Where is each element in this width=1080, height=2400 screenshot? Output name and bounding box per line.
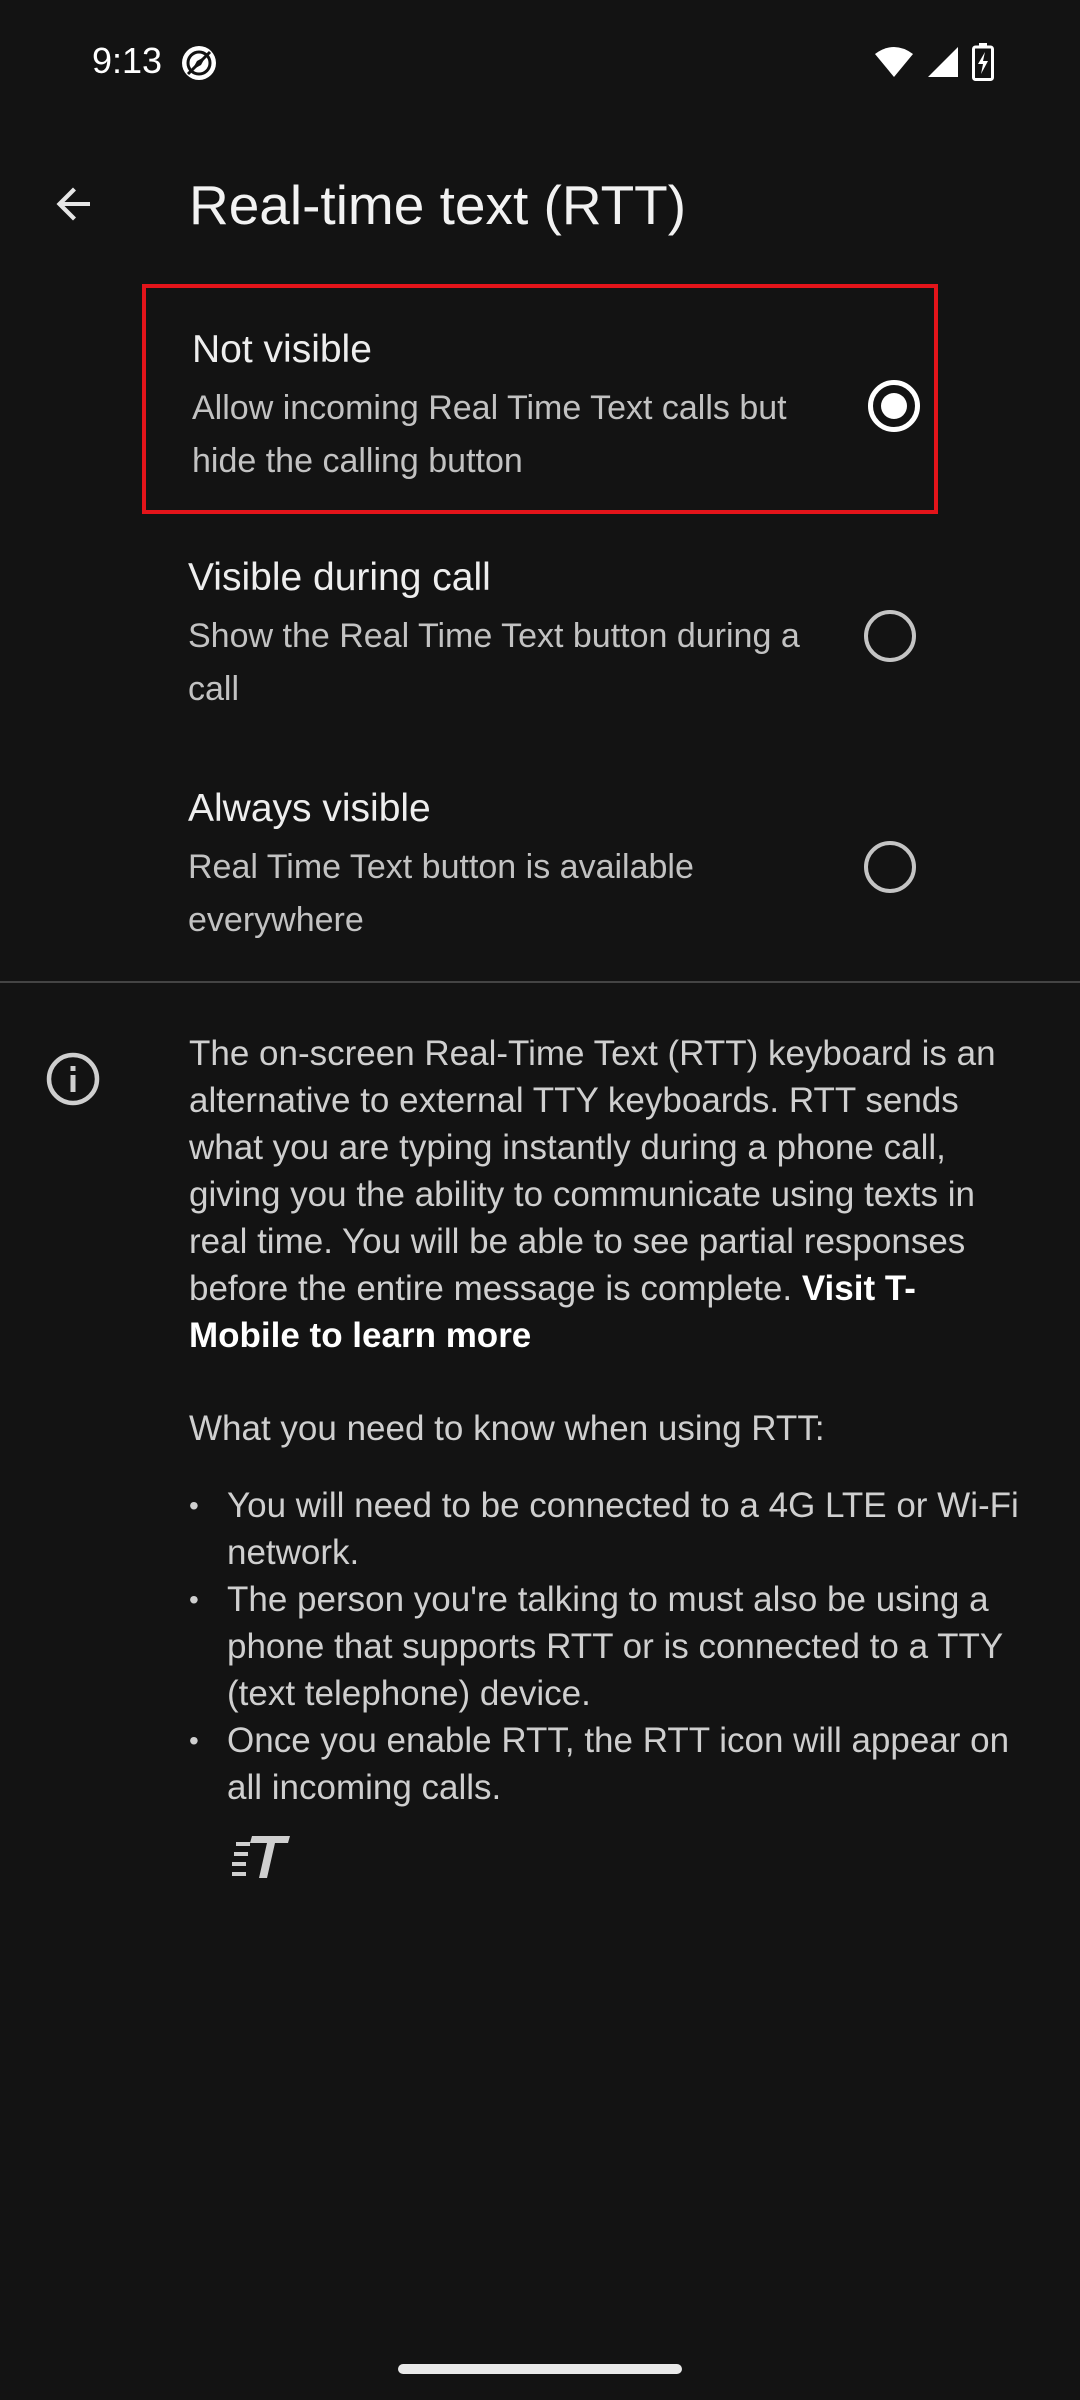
option-summary: Allow incoming Real Time Text calls but … — [192, 389, 787, 480]
option-visible-during-call[interactable]: Visible during call Show the Real Time T… — [142, 514, 938, 744]
bullet-marker: • — [189, 1490, 199, 1521]
option-not-visible[interactable]: Not visible Allow incoming Real Time Tex… — [142, 284, 938, 514]
option-title: Not visible — [192, 328, 372, 371]
back-button[interactable] — [34, 164, 114, 244]
app-bar: Real-time text (RTT) — [0, 124, 1080, 284]
list-item-text: You will need to be connected to a 4G LT… — [227, 1486, 1019, 1572]
option-text: Always visible Real Time Text button is … — [188, 783, 808, 947]
divider — [0, 981, 1080, 983]
option-summary: Show the Real Time Text button during a … — [188, 617, 800, 708]
radio-button-selected[interactable] — [868, 380, 920, 432]
option-always-visible[interactable]: Always visible Real Time Text button is … — [142, 745, 938, 975]
option-text: Visible during call Show the Real Time T… — [188, 552, 808, 716]
option-text: Not visible Allow incoming Real Time Tex… — [192, 324, 812, 488]
option-title: Visible during call — [188, 556, 491, 599]
list-item-text: The person you're talking to must also b… — [227, 1580, 1003, 1713]
wifi-icon — [875, 47, 913, 77]
bullet-marker: • — [189, 1584, 199, 1615]
rtt-requirements-heading: What you need to know when using RTT: — [189, 1409, 825, 1448]
list-item: • The person you're talking to must also… — [189, 1576, 1029, 1717]
list-item: • You will need to be connected to a 4G … — [189, 1482, 1029, 1576]
info-paragraph: The on-screen Real-Time Text (RTT) keybo… — [189, 1030, 1019, 1359]
option-title: Always visible — [188, 787, 431, 830]
info-icon — [46, 1052, 100, 1106]
location-compass-icon — [182, 46, 216, 80]
cell-signal-icon — [928, 47, 958, 77]
rtt-requirements-list: • You will need to be connected to a 4G … — [189, 1482, 1029, 1811]
gesture-navigation-handle[interactable] — [398, 2364, 682, 2374]
list-item: • Once you enable RTT, the RTT icon will… — [189, 1717, 1029, 1811]
bullet-marker: • — [189, 1725, 199, 1756]
list-item-text: Once you enable RTT, the RTT icon will a… — [227, 1721, 1010, 1807]
radio-button[interactable] — [864, 841, 916, 893]
status-icons — [874, 40, 994, 84]
option-summary: Real Time Text button is available every… — [188, 848, 694, 939]
status-time: 9:13 — [92, 40, 163, 81]
status-bar: 9:13 — [0, 0, 1080, 124]
page-title: Real-time text (RTT) — [189, 174, 687, 236]
rtt-icon — [232, 1836, 290, 1878]
battery-charging-icon — [972, 43, 994, 81]
arrow-back-icon — [56, 187, 90, 221]
radio-button[interactable] — [864, 610, 916, 662]
info-paragraph-text: The on-screen Real-Time Text (RTT) keybo… — [189, 1034, 996, 1308]
